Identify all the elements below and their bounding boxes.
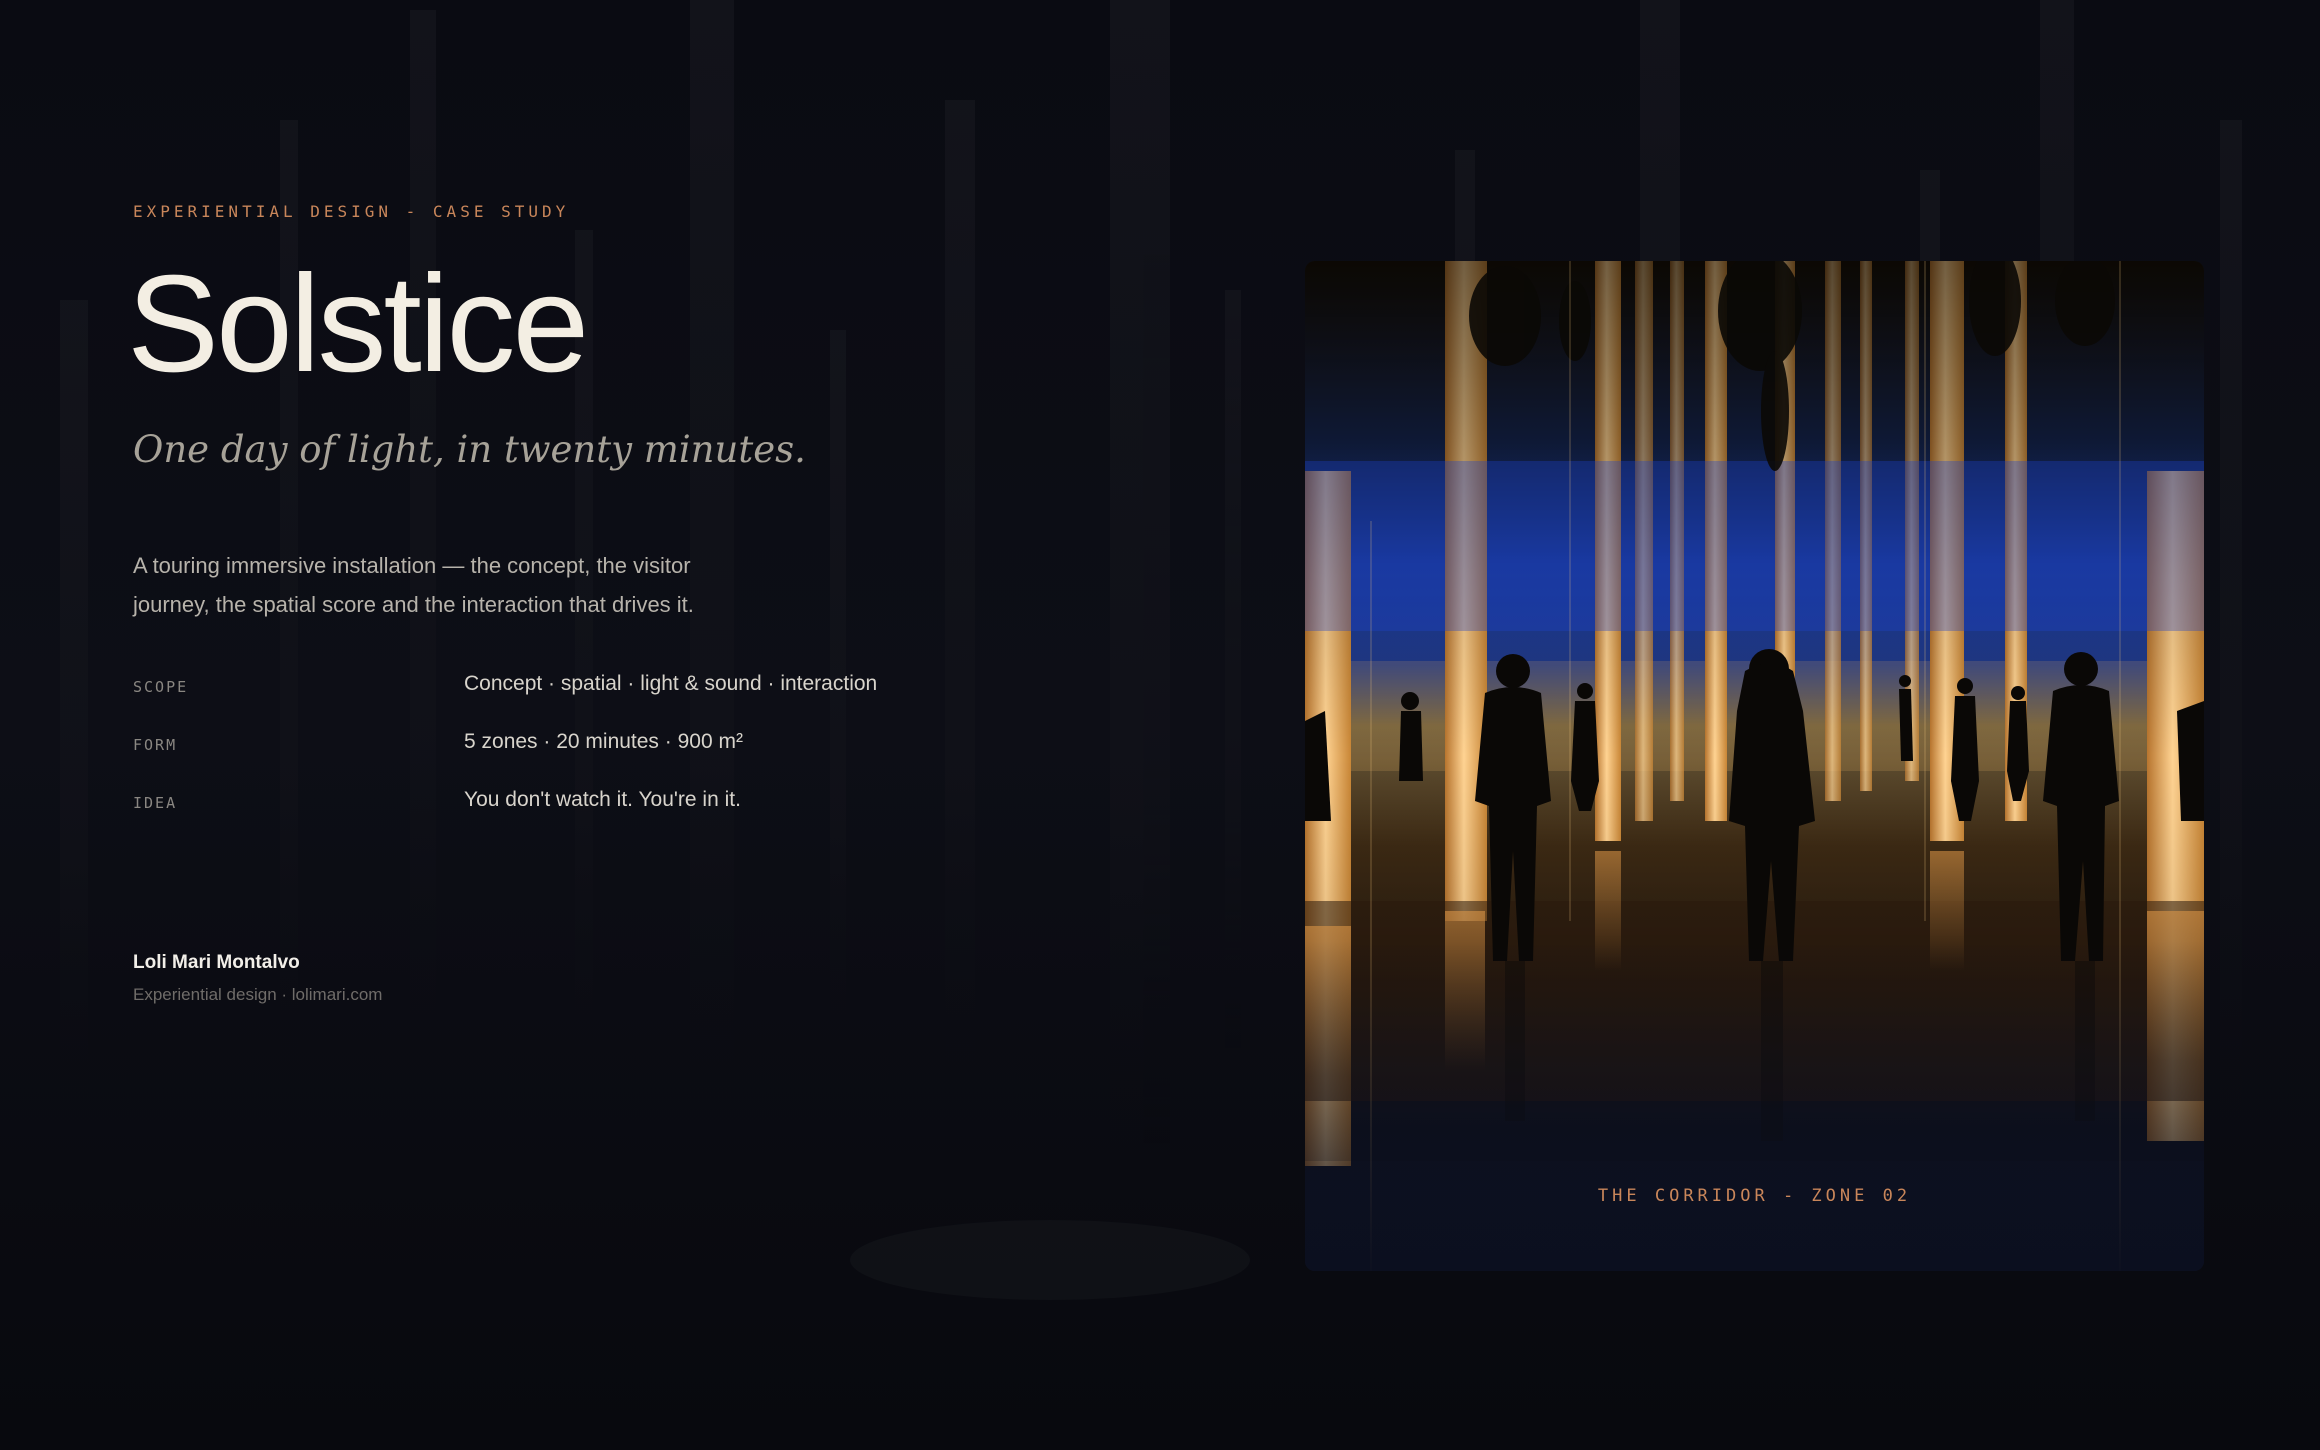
tagline: One day of light, in twenty minutes.	[133, 428, 806, 471]
fact-row-scope: SCOPE Concept · spatial · light & sound …	[133, 668, 1033, 726]
fact-value: You don't watch it. You're in it.	[464, 788, 741, 811]
author-name: Loli Mari Montalvo	[133, 952, 300, 973]
fact-value: Concept · spatial · light & sound · inte…	[464, 672, 878, 695]
fact-row-idea: IDEA You don't watch it. You're in it.	[133, 784, 1033, 842]
fact-label: SCOPE	[133, 678, 189, 696]
fact-row-form: FORM 5 zones · 20 minutes · 900 m²	[133, 726, 1033, 784]
fact-label: IDEA	[133, 794, 178, 812]
fact-label: FORM	[133, 736, 178, 754]
page-title: Solstice	[127, 247, 589, 401]
eyebrow-label: EXPERIENTIAL DESIGN - CASE STUDY	[133, 202, 570, 221]
fact-value: 5 zones · 20 minutes · 900 m²	[464, 730, 743, 753]
corridor-photo-illustration	[1305, 261, 2204, 1271]
author-subtitle: Experiential design · lolimari.com	[133, 985, 383, 1004]
hero-photo: THE CORRIDOR - ZONE 02	[1305, 261, 2204, 1271]
facts-list: SCOPE Concept · spatial · light & sound …	[133, 668, 1033, 842]
intro-paragraph: A touring immersive installation — the c…	[133, 553, 694, 617]
photo-caption: THE CORRIDOR - ZONE 02	[1597, 1186, 1912, 1206]
